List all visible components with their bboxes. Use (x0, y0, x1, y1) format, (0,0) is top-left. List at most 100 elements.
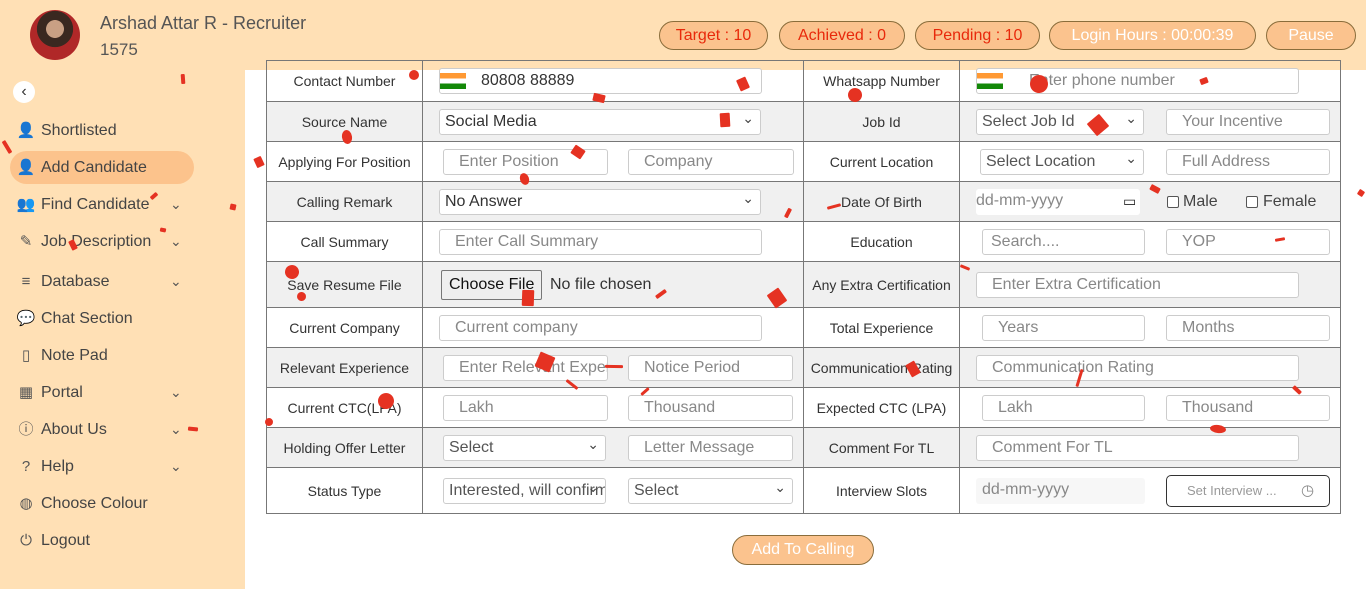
total-experience-label: Total Experience (803, 307, 960, 348)
expected-ctc-thousand-input[interactable]: Thousand (1166, 394, 1330, 421)
users-icon: 👥 (16, 196, 36, 213)
interview-time-placeholder: Set Interview ... (1187, 482, 1277, 498)
india-flag-icon (440, 73, 466, 89)
extra-certification-label: Any Extra Certification (803, 261, 960, 308)
target-badge: Target : 10 (659, 21, 768, 50)
status-type-select[interactable]: Interested, will confirm later (443, 477, 606, 504)
incentive-input[interactable]: Your Incentive (1166, 108, 1330, 135)
chevron-down-icon[interactable]: ⌄ (170, 450, 182, 483)
chevron-down-icon[interactable]: ⌄ (170, 225, 182, 258)
user-check-icon: 👤 (16, 122, 36, 139)
current-company-input[interactable]: Current company (439, 314, 762, 341)
confetti-piece (1356, 188, 1366, 198)
pause-button[interactable]: Pause (1266, 21, 1356, 50)
sidebar-item-label: Job Description (41, 233, 152, 250)
edit-icon: ✎ (19, 233, 33, 250)
clock-icon[interactable]: ◷ (1301, 476, 1314, 506)
sidebar-item-shortlisted[interactable]: 👤 Shortlisted (10, 114, 194, 147)
sidebar-item-label: Chat Section (41, 310, 133, 327)
chevron-down-icon[interactable]: ⌄ (170, 376, 182, 409)
comment-for-tl-label: Comment For TL (803, 427, 960, 468)
sidebar-item-job-description[interactable]: ✎ Job Description ⌄ (10, 225, 194, 258)
notice-period-input[interactable]: Notice Period (628, 354, 793, 381)
achieved-badge: Achieved : 0 (779, 21, 905, 50)
whatsapp-number-placeholder: Enter phone number (1029, 72, 1175, 89)
letter-message-input[interactable]: Letter Message (628, 434, 793, 461)
current-company-label: Current Company (266, 307, 423, 348)
communication-rating-input[interactable]: Communication Rating (976, 354, 1299, 381)
user-plus-icon: 👤 (16, 159, 36, 176)
experience-years-input[interactable]: Years (982, 314, 1145, 341)
expected-ctc-lakh-input[interactable]: Lakh (982, 394, 1145, 421)
chevron-down-icon[interactable]: ⌄ (170, 188, 182, 221)
sidebar-item-database[interactable]: ≡ Database ⌄ (10, 265, 194, 298)
whatsapp-number-label: Whatsapp Number (803, 60, 960, 102)
add-to-calling-button[interactable]: Add To Calling (732, 535, 874, 565)
sidebar-item-chat-section[interactable]: 💬 Chat Section (10, 302, 194, 335)
status-type-second-select[interactable]: Select (628, 477, 793, 504)
chevron-left-icon[interactable]: ‹ (13, 81, 35, 103)
whatsapp-number-input[interactable]: Enter phone number (976, 68, 1299, 94)
full-address-input[interactable]: Full Address (1166, 148, 1330, 175)
current-ctc-label: Current CTC(LPA) (266, 387, 423, 428)
sidebar-item-logout[interactable]: ⏻ Logout (10, 524, 194, 557)
relevant-experience-label: Relevant Experience (266, 347, 423, 388)
job-id-select[interactable]: Select Job Id (976, 108, 1144, 135)
chevron-down-icon[interactable]: ⌄ (170, 265, 182, 298)
call-summary-input[interactable]: Enter Call Summary (439, 228, 762, 255)
current-ctc-thousand-input[interactable]: Thousand (628, 394, 793, 421)
contact-number-input[interactable]: 80808 88889 (439, 68, 762, 94)
add-candidate-form: Contact Number 80808 88889 Whatsapp Numb… (266, 60, 1341, 514)
sidebar-item-help[interactable]: ? Help ⌄ (10, 450, 194, 483)
confetti-piece (253, 155, 265, 169)
sidebar-item-find-candidate[interactable]: 👥 Find Candidate ⌄ (10, 188, 194, 221)
experience-months-input[interactable]: Months (1166, 314, 1330, 341)
sidebar-item-label: Find Candidate (41, 196, 150, 213)
female-checkbox[interactable] (1246, 195, 1258, 208)
sidebar-item-choose-colour[interactable]: ◍ Choose Colour (10, 487, 194, 520)
location-select[interactable]: Select Location (980, 148, 1144, 175)
extra-certification-input[interactable]: Enter Extra Certification (976, 271, 1299, 298)
sidebar-item-add-candidate[interactable]: 👤 Add Candidate (10, 151, 194, 184)
chevron-down-icon[interactable]: ⌄ (170, 413, 182, 446)
expected-ctc-label: Expected CTC (LPA) (803, 387, 960, 428)
comment-for-tl-input[interactable]: Comment For TL (976, 434, 1299, 461)
applying-for-position-label: Applying For Position (266, 141, 423, 182)
sidebar-item-label: Shortlisted (41, 122, 117, 139)
interview-date-input[interactable]: dd-mm-yyyy (976, 477, 1145, 504)
file-status: No file chosen (550, 275, 652, 293)
male-checkbox[interactable] (1167, 195, 1179, 208)
male-label: Male (1183, 192, 1218, 210)
relevant-experience-input[interactable]: Enter Relevant Experience (443, 354, 608, 381)
position-input[interactable]: Enter Position (443, 148, 608, 175)
choose-file-button[interactable]: Choose File (441, 269, 543, 300)
date-of-birth-input[interactable]: dd-mm-yyyy ▭ (976, 188, 1140, 215)
sidebar-item-portal[interactable]: ▦ Portal ⌄ (10, 376, 194, 409)
education-search-input[interactable]: Search.... (982, 228, 1145, 255)
database-icon: ≡ (21, 273, 31, 290)
source-name-select[interactable]: Social Media (439, 108, 761, 135)
holding-offer-select[interactable]: Select (443, 434, 606, 461)
status-type-label: Status Type (266, 467, 423, 514)
user-id: 1575 (100, 40, 138, 59)
palette-icon: ◍ (19, 495, 33, 512)
current-location-label: Current Location (803, 141, 960, 182)
interview-time-input[interactable]: Set Interview ... ◷ (1166, 474, 1330, 507)
calendar-icon[interactable]: ▭ (1123, 189, 1136, 213)
sidebar-item-note-pad[interactable]: ▯ Note Pad (10, 339, 194, 372)
current-ctc-lakh-input[interactable]: Lakh (443, 394, 608, 421)
avatar[interactable] (30, 10, 80, 60)
interview-slots-label: Interview Slots (803, 467, 960, 514)
sidebar-item-about-us[interactable]: ⓘ About Us ⌄ (10, 413, 194, 446)
save-resume-file-label: Save Resume File (266, 261, 423, 308)
education-label: Education (803, 221, 960, 262)
india-flag-icon (977, 73, 1003, 89)
yop-input[interactable]: YOP (1166, 228, 1330, 255)
table-icon: ▦ (18, 384, 34, 401)
company-input[interactable]: Company (628, 148, 794, 175)
calling-remark-select[interactable]: No Answer (439, 188, 761, 215)
female-label: Female (1263, 192, 1317, 210)
sidebar-item-label: Database (41, 273, 110, 290)
call-summary-label: Call Summary (266, 221, 423, 262)
contact-number-value: 80808 88889 (481, 72, 575, 89)
